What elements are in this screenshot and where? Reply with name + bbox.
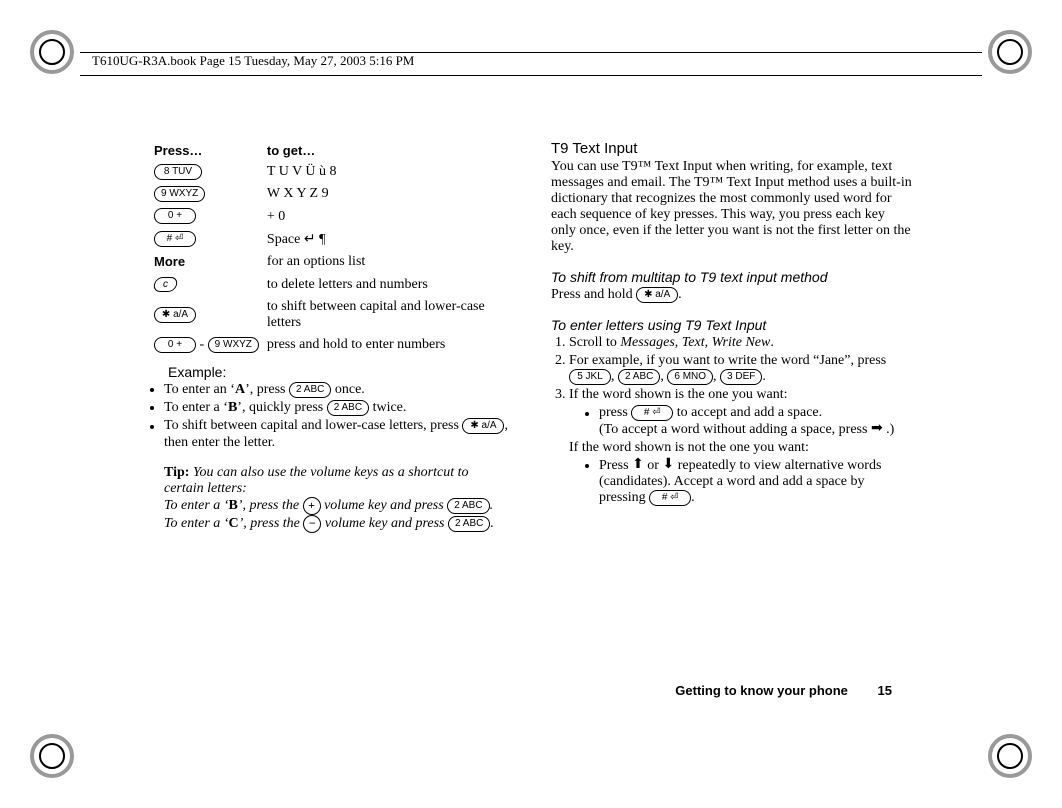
t9-paragraph: You can use T9™ Text Input when writing,… [551, 159, 912, 255]
key-hash: # ⏎ [631, 405, 673, 421]
list-item: For example, if you want to write the wo… [569, 353, 912, 385]
table-row: 8 TUV T U V Ü ù 8 [150, 161, 511, 183]
table-row: # ⏎ Space ↵ ¶ [150, 228, 511, 251]
t9-heading: T9 Text Input [551, 140, 912, 157]
table-row: 0 + + 0 [150, 205, 511, 227]
arrow-right-icon: ➡ [871, 422, 883, 436]
key-6: 6 MNO [667, 369, 713, 385]
page-footer: Getting to know your phone 15 [675, 683, 892, 698]
cell-value: to delete letters and numbers [263, 274, 511, 296]
key-3: 3 DEF [720, 369, 762, 385]
left-column: Press… to get… 8 TUV T U V Ü ù 8 9 WXYZ … [150, 140, 511, 533]
shift-instruction: Press and hold ✱ a/A. [551, 287, 912, 303]
subheading-enter: To enter letters using T9 Text Input [551, 317, 912, 333]
right-column: T9 Text Input You can use T9™ Text Input… [551, 140, 912, 533]
list-item: To enter a ‘B’, quickly press 2 ABC twic… [164, 400, 511, 416]
arrow-down-icon: ⬇ [662, 458, 674, 472]
list-item: To shift between capital and lower-case … [164, 418, 511, 450]
list-item: Scroll to Messages, Text, Write New. [569, 335, 912, 351]
steps-list: Scroll to Messages, Text, Write New. For… [551, 335, 912, 506]
header-label: T610UG-R3A.book Page 15 Tuesday, May 27,… [88, 53, 418, 69]
key-2: 2 ABC [448, 516, 490, 532]
list-item: Press ⬆ or ⬇ repeatedly to view alternat… [599, 458, 912, 506]
tip-label: Tip: [164, 465, 189, 480]
table-row: 0 + - 9 WXYZ press and hold to enter num… [150, 334, 511, 356]
key-5: 5 JKL [569, 369, 611, 385]
key-hash: # ⏎ [649, 490, 691, 506]
th-press: Press… [150, 140, 263, 161]
binder-ring-icon [30, 30, 74, 74]
key-0: 0 + [154, 208, 196, 224]
cell-value: Space ↵ ¶ [263, 228, 511, 251]
tip-block: Tip: You can also use the volume keys as… [164, 465, 511, 533]
key-2: 2 ABC [289, 382, 331, 398]
key-hash: # ⏎ [154, 231, 196, 247]
binder-ring-icon [30, 734, 74, 778]
key-range-sep: - [200, 337, 205, 352]
key-2: 2 ABC [618, 369, 660, 385]
key-more: More [154, 254, 185, 269]
key-range-start: 0 + [154, 337, 196, 353]
binder-ring-icon [988, 734, 1032, 778]
table-row: More for an options list [150, 251, 511, 274]
table-row: 9 WXYZ W X Y Z 9 [150, 183, 511, 205]
cell-value: T U V Ü ù 8 [263, 161, 511, 183]
example-heading: Example: [168, 364, 511, 380]
list-item: press # ⏎ to accept and add a space. (To… [599, 405, 912, 437]
example-list: To enter an ‘A’, press 2 ABC once. To en… [150, 382, 511, 451]
key-8: 8 TUV [154, 164, 202, 180]
th-get: to get… [263, 140, 511, 161]
binder-ring-icon [988, 30, 1032, 74]
key-star: ✱ a/A [154, 307, 196, 323]
subheading-shift: To shift from multitap to T9 text input … [551, 269, 912, 285]
volume-up-icon: + [303, 497, 321, 515]
key-mapping-table: Press… to get… 8 TUV T U V Ü ù 8 9 WXYZ … [150, 140, 511, 356]
volume-down-icon: − [303, 515, 321, 533]
key-2: 2 ABC [327, 400, 369, 416]
key-range-end: 9 WXYZ [208, 337, 259, 353]
footer-section: Getting to know your phone [675, 683, 848, 698]
cell-value: + 0 [263, 205, 511, 227]
key-9: 9 WXYZ [154, 186, 205, 202]
cell-value: to shift between capital and lower-case … [263, 296, 511, 334]
cell-value: W X Y Z 9 [263, 183, 511, 205]
arrow-up-icon: ⬆ [632, 458, 644, 472]
page-number: 15 [878, 683, 892, 698]
header-frame: T610UG-R3A.book Page 15 Tuesday, May 27,… [80, 52, 982, 76]
list-item: If the word shown is the one you want: p… [569, 387, 912, 505]
table-row: ✱ a/A to shift between capital and lower… [150, 296, 511, 334]
key-2: 2 ABC [447, 498, 489, 514]
table-row: c to delete letters and numbers [150, 274, 511, 296]
key-star: ✱ a/A [636, 287, 678, 303]
key-star: ✱ a/A [462, 418, 504, 434]
key-c: c [152, 277, 178, 292]
cell-value: press and hold to enter numbers [263, 334, 511, 356]
cell-value: for an options list [263, 251, 511, 274]
list-item: To enter an ‘A’, press 2 ABC once. [164, 382, 511, 398]
